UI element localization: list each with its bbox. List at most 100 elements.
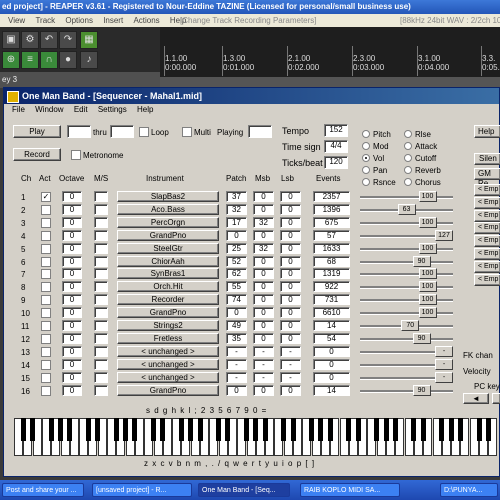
chorus-radio[interactable] [404,178,412,186]
pan-radio[interactable] [362,166,370,174]
instrument-button[interactable]: Orch.Hit [117,281,219,293]
lsb-field[interactable]: 0 [280,216,301,228]
lsb-field[interactable]: - [280,345,301,357]
black-key[interactable] [188,418,194,441]
empty-slot-button[interactable]: < Emp [474,184,500,196]
reaper-menu-view[interactable]: View [8,16,25,25]
omb-title-bar[interactable]: One Man Band - [Sequencer - Mahal1.mid] [4,88,499,104]
instrument-button[interactable]: Aco.Bass [117,203,219,215]
octave-field[interactable]: 0 [62,191,82,202]
mute-solo-field[interactable] [94,332,108,344]
active-checkbox[interactable] [41,204,51,215]
black-key[interactable] [58,418,63,441]
patch-field[interactable]: 17 [226,216,247,228]
octave-field[interactable]: 0 [62,242,82,254]
lsb-field[interactable]: 0 [280,255,301,267]
black-key[interactable] [113,418,119,441]
volume-slider-thumb[interactable]: - [435,371,453,383]
black-key[interactable] [253,418,259,441]
msb-field[interactable]: 0 [253,332,274,344]
black-key[interactable] [151,418,156,441]
octave-field[interactable]: 0 [62,229,82,241]
volume-slider[interactable] [360,299,453,303]
lsb-field[interactable]: 0 [280,281,301,293]
omb-menu-edit[interactable]: Edit [74,105,88,114]
lsb-field[interactable]: 0 [280,229,301,241]
black-key[interactable] [197,418,203,441]
taskbar-item[interactable]: D:\PUNYA... [440,483,498,497]
black-key[interactable] [355,418,361,441]
msb-field[interactable]: 0 [253,191,274,202]
ticks-field[interactable]: 120 [324,156,348,169]
patch-field[interactable]: 0 [226,229,247,241]
volume-slider[interactable] [360,273,453,277]
octave-field[interactable]: 0 [62,320,82,331]
mute-solo-field[interactable] [94,281,108,293]
black-key[interactable] [85,418,91,441]
active-checkbox[interactable] [41,295,51,306]
black-key[interactable] [439,418,445,441]
loop-icon[interactable]: ∩ [40,51,58,69]
volume-slider[interactable] [360,247,453,251]
taskbar-item[interactable]: RAIB KOPLO MIDI SA... [300,483,400,497]
black-key[interactable] [30,418,36,441]
black-key[interactable] [327,418,333,441]
help-button[interactable]: Help [474,125,500,138]
octave-field[interactable]: 0 [62,371,82,383]
black-key[interactable] [160,418,166,441]
active-checkbox[interactable] [41,282,51,293]
attack-radio[interactable] [404,142,412,150]
lsb-field[interactable]: 0 [280,191,301,202]
volume-slider-thumb[interactable]: 100 [418,242,437,254]
mute-solo-field[interactable] [94,229,108,241]
black-key[interactable] [290,418,296,441]
octave-field[interactable]: 0 [62,255,82,267]
octave-field[interactable]: 0 [62,268,82,280]
empty-slot-button[interactable]: < Emp [474,196,500,209]
patch-field[interactable]: 25 [226,242,247,254]
volume-slider-thumb[interactable]: 90 [412,255,431,267]
black-key[interactable] [67,418,73,441]
reaper-menu-options[interactable]: Options [65,16,93,25]
volume-slider[interactable] [360,196,453,199]
msb-field[interactable]: - [253,371,274,383]
rsnce-radio[interactable] [362,178,370,186]
patch-field[interactable]: 62 [226,268,247,280]
cutoff-radio[interactable] [404,154,412,162]
omb-menu-file[interactable]: File [12,105,25,114]
active-checkbox[interactable] [41,333,51,344]
redo-icon[interactable]: ↷ [59,31,77,49]
gm-reset-button[interactable]: GM Re [474,168,500,188]
msb-field[interactable]: 0 [253,268,274,280]
msb-field[interactable]: 0 [253,294,274,306]
black-key[interactable] [411,418,417,441]
msb-field[interactable]: - [253,358,274,370]
volume-slider-thumb[interactable]: 127 [435,229,453,241]
reaper-menu-insert[interactable]: Insert [103,16,123,25]
mute-solo-field[interactable] [94,358,108,370]
black-key[interactable] [48,418,54,441]
patch-field[interactable]: 0 [226,307,247,319]
empty-slot-button[interactable]: < Emp [474,248,500,260]
volume-slider-thumb[interactable]: 100 [418,216,437,228]
octave-field[interactable]: 0 [62,203,82,215]
patch-field[interactable]: 37 [226,191,247,202]
volume-slider-thumb[interactable]: 100 [418,307,437,319]
reverb-radio[interactable] [404,166,412,174]
black-key[interactable] [374,418,380,441]
instrument-button[interactable]: PercOrgn [117,216,219,228]
instrument-button[interactable]: SlapBas2 [117,191,219,202]
msb-field[interactable]: 32 [253,216,274,228]
mute-solo-field[interactable] [94,242,108,254]
black-key[interactable] [123,418,129,441]
mute-solo-field[interactable] [94,255,108,267]
volume-slider-thumb[interactable]: - [435,358,453,370]
record-button[interactable]: Record [13,148,61,161]
wrench-icon[interactable]: ⚙ [21,31,39,49]
volume-slider[interactable] [360,312,453,316]
instrument-button[interactable]: SynBras1 [117,268,219,280]
mute-solo-field[interactable] [94,203,108,215]
octave-field[interactable]: 0 [62,281,82,293]
undo-icon[interactable]: ↶ [40,31,58,49]
volume-slider[interactable] [360,286,453,290]
